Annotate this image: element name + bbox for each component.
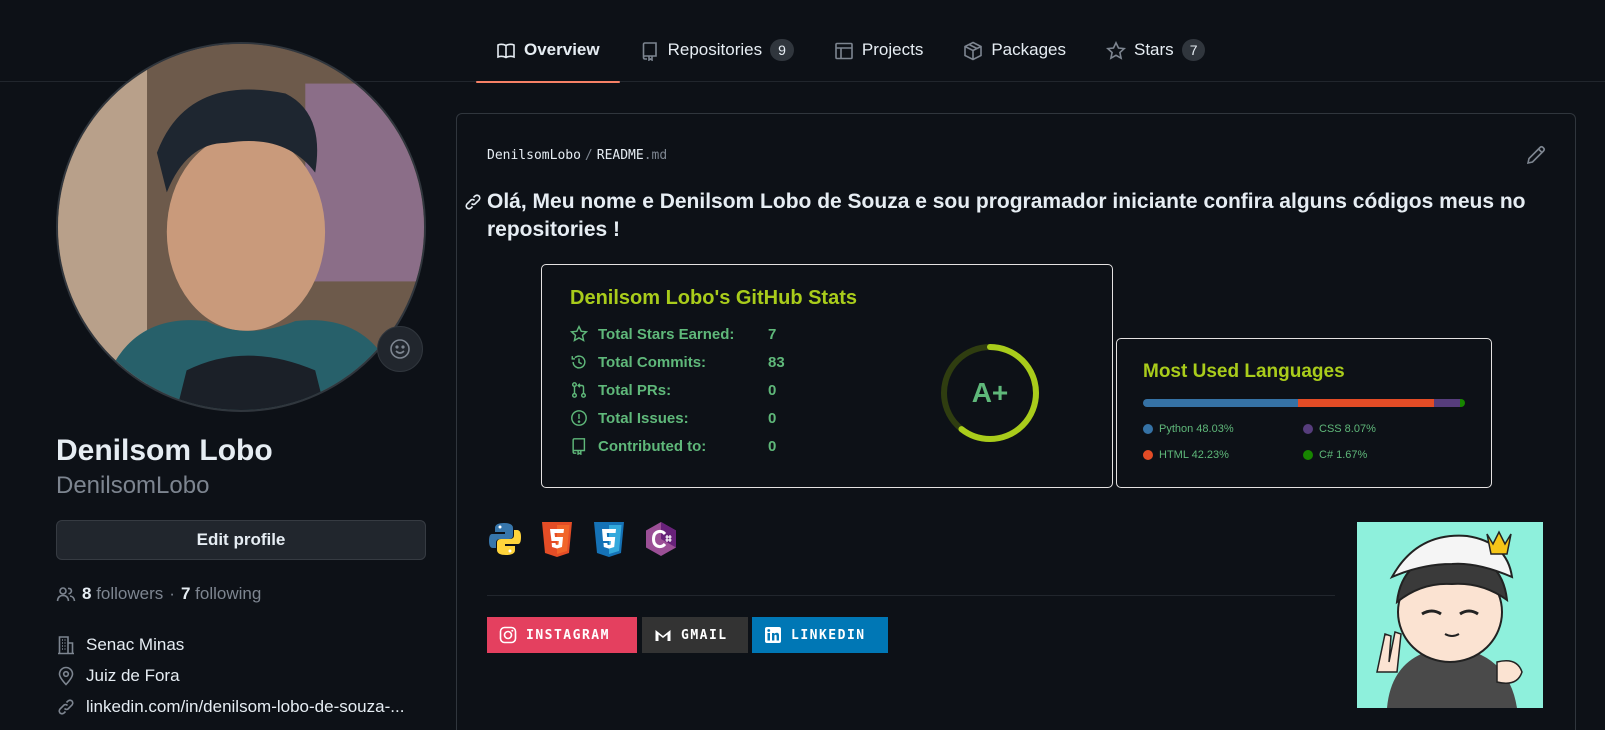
follow-separator: · bbox=[169, 584, 175, 603]
languages-title: Most Used Languages bbox=[1143, 361, 1345, 382]
tab-stars[interactable]: Stars 7 bbox=[1086, 30, 1225, 82]
link-icon bbox=[58, 699, 74, 715]
edit-profile-button[interactable]: Edit profile bbox=[56, 520, 426, 560]
grade-label: A+ bbox=[971, 377, 1009, 408]
table-icon bbox=[835, 42, 853, 60]
tab-repositories[interactable]: Repositories 9 bbox=[620, 30, 814, 82]
issue-icon bbox=[571, 410, 587, 426]
organization-icon bbox=[58, 636, 74, 655]
tab-projects[interactable]: Projects bbox=[814, 30, 943, 82]
stat-row-issues: Total Issues: 0 bbox=[570, 409, 808, 427]
language-dot bbox=[1143, 450, 1153, 460]
profile-readme: DenilsomLobo / README.md Olá, Meu nome e D… bbox=[456, 113, 1576, 730]
languages-bar bbox=[1143, 399, 1465, 407]
repo-icon bbox=[642, 42, 657, 61]
repo-icon bbox=[572, 438, 586, 455]
readme-path: DenilsomLobo / README.md bbox=[487, 148, 668, 163]
language-dot bbox=[1303, 424, 1313, 434]
html5-icon bbox=[539, 520, 575, 558]
linkedin-icon bbox=[765, 627, 781, 643]
anime-avatar-image bbox=[1357, 522, 1543, 708]
languages-card: Most Used Languages Python 48.03% HTML 4… bbox=[1116, 338, 1492, 488]
bar-segment-csharp bbox=[1459, 399, 1465, 407]
stat-row-commits: Total Commits: 83 bbox=[570, 353, 808, 371]
readme-owner[interactable]: DenilsomLobo bbox=[487, 148, 581, 163]
location-icon bbox=[58, 666, 74, 686]
avatar[interactable] bbox=[56, 42, 426, 412]
stat-row-stars: Total Stars Earned: 7 bbox=[570, 325, 808, 343]
grade-ring: A+ bbox=[938, 341, 1042, 445]
stats-title: Denilsom Lobo's GitHub Stats bbox=[570, 287, 857, 309]
language-item-csharp: C# 1.67% bbox=[1303, 449, 1367, 461]
history-icon bbox=[571, 355, 586, 369]
tab-list: Overview Repositories 9 Projects Package… bbox=[476, 30, 1225, 83]
profile-username: DenilsomLobo bbox=[56, 472, 210, 499]
people-icon bbox=[56, 587, 76, 602]
language-dot bbox=[1303, 450, 1313, 460]
star-icon bbox=[570, 325, 588, 342]
set-status-button[interactable] bbox=[377, 326, 423, 372]
language-item-css: CSS 8.07% bbox=[1303, 423, 1376, 435]
gmail-badge[interactable]: GMAIL bbox=[642, 617, 748, 653]
python-icon bbox=[487, 520, 523, 558]
readme-heading: Olá, Meu nome e Denilsom Lobo de Souza e… bbox=[487, 190, 1526, 241]
pull-request-icon bbox=[571, 382, 587, 398]
bar-segment-css bbox=[1433, 399, 1460, 407]
divider bbox=[487, 595, 1335, 596]
repositories-count: 9 bbox=[770, 39, 794, 61]
tab-overview[interactable]: Overview bbox=[476, 30, 620, 83]
followers-link[interactable]: 8 followers bbox=[82, 584, 163, 604]
language-dot bbox=[1143, 424, 1153, 434]
star-icon bbox=[1106, 41, 1126, 60]
linkedin-badge[interactable]: LINKEDIN bbox=[752, 617, 888, 653]
pencil-icon bbox=[1526, 145, 1546, 165]
stars-count: 7 bbox=[1181, 39, 1206, 61]
language-item-html: HTML 42.23% bbox=[1143, 449, 1229, 461]
website-item[interactable]: linkedin.com/in/denilsom-lobo-de-souza-.… bbox=[56, 697, 404, 717]
tab-packages[interactable]: Packages bbox=[943, 30, 1086, 82]
gmail-icon bbox=[655, 630, 671, 641]
language-item-python: Python 48.03% bbox=[1143, 423, 1234, 435]
smiley-icon bbox=[390, 339, 410, 359]
avatar-photo bbox=[58, 44, 424, 410]
css3-icon bbox=[591, 520, 627, 558]
instagram-badge[interactable]: INSTAGRAM bbox=[487, 617, 637, 653]
edit-readme-button[interactable] bbox=[1525, 144, 1547, 166]
github-stats-card: Denilsom Lobo's GitHub Stats Total Stars… bbox=[541, 264, 1113, 488]
stat-row-prs: Total PRs: 0 bbox=[570, 381, 808, 399]
package-icon bbox=[964, 41, 983, 61]
follow-stats: 8 followers · 7 following bbox=[56, 584, 261, 604]
link-icon bbox=[465, 194, 481, 210]
bar-segment-html bbox=[1297, 399, 1434, 407]
location-item: Juiz de Fora bbox=[56, 666, 180, 686]
csharp-icon bbox=[643, 520, 679, 558]
book-icon bbox=[497, 43, 515, 59]
stat-row-contributed: Contributed to: 0 bbox=[570, 437, 808, 455]
heading-anchor[interactable] bbox=[463, 192, 483, 212]
readme-filename[interactable]: README bbox=[597, 148, 644, 163]
following-link[interactable]: 7 following bbox=[181, 584, 261, 604]
profile-name: Denilsom Lobo bbox=[56, 434, 273, 467]
instagram-icon bbox=[499, 626, 517, 644]
organization-item: Senac Minas bbox=[56, 635, 184, 655]
bar-segment-python bbox=[1143, 399, 1298, 407]
